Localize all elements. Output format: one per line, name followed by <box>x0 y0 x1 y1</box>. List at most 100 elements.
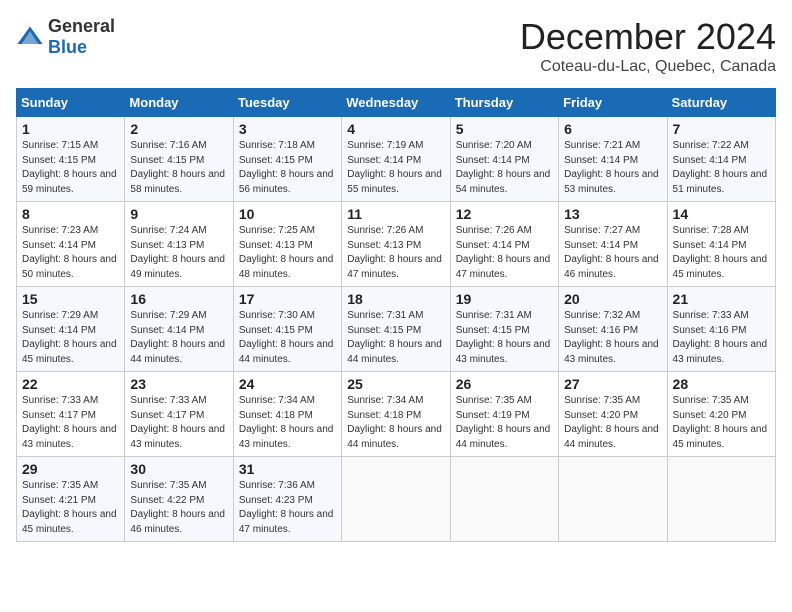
day-info: Sunrise: 7:20 AMSunset: 4:14 PMDaylight:… <box>456 139 553 197</box>
day-info: Sunrise: 7:22 AMSunset: 4:14 PMDaylight:… <box>673 139 770 197</box>
calendar-cell: 4Sunrise: 7:19 AMSunset: 4:14 PMDaylight… <box>342 117 450 202</box>
day-info: Sunrise: 7:24 AMSunset: 4:13 PMDaylight:… <box>130 224 227 282</box>
calendar-week-3: 15 Sunrise: 7:29 AMSunset: 4:14 PMDayligh… <box>17 287 776 372</box>
day-number: 1 <box>22 121 119 137</box>
day-number: 10 <box>239 206 336 222</box>
calendar-cell: 25 Sunrise: 7:34 AMSunset: 4:18 PMDayligh… <box>342 372 450 457</box>
day-info: Sunrise: 7:29 AMSunset: 4:14 PMDaylight:… <box>22 309 119 367</box>
day-number: 11 <box>347 206 444 222</box>
calendar-cell: 30 Sunrise: 7:35 AMSunset: 4:22 PMDayligh… <box>125 457 233 542</box>
day-info: Sunrise: 7:25 AMSunset: 4:13 PMDaylight:… <box>239 224 336 282</box>
calendar-cell: 17Sunrise: 7:30 AMSunset: 4:15 PMDayligh… <box>233 287 341 372</box>
calendar-table: SundayMondayTuesdayWednesdayThursdayFrid… <box>16 88 776 542</box>
calendar-header-monday: Monday <box>125 89 233 117</box>
location-title: Coteau-du-Lac, Quebec, Canada <box>520 58 776 76</box>
page-header: General Blue December 2024 Coteau-du-Lac… <box>16 16 776 76</box>
calendar-cell: 3Sunrise: 7:18 AMSunset: 4:15 PMDaylight… <box>233 117 341 202</box>
month-title: December 2024 <box>520 16 776 58</box>
day-number: 22 <box>22 376 119 392</box>
calendar-cell: 31 Sunrise: 7:36 AMSunset: 4:23 PMDayligh… <box>233 457 341 542</box>
day-number: 30 <box>130 461 227 477</box>
day-info: Sunrise: 7:32 AMSunset: 4:16 PMDaylight:… <box>564 309 661 367</box>
calendar-cell: 26 Sunrise: 7:35 AMSunset: 4:19 PMDayligh… <box>450 372 558 457</box>
day-info: Sunrise: 7:34 AMSunset: 4:18 PMDaylight:… <box>347 394 444 452</box>
day-info: Sunrise: 7:31 AMSunset: 4:15 PMDaylight:… <box>456 309 553 367</box>
day-number: 31 <box>239 461 336 477</box>
day-info: Sunrise: 7:16 AMSunset: 4:15 PMDaylight:… <box>130 139 227 197</box>
calendar-cell: 15 Sunrise: 7:29 AMSunset: 4:14 PMDayligh… <box>17 287 125 372</box>
day-info: Sunrise: 7:26 AMSunset: 4:14 PMDaylight:… <box>456 224 553 282</box>
day-number: 12 <box>456 206 553 222</box>
day-number: 26 <box>456 376 553 392</box>
calendar-header-tuesday: Tuesday <box>233 89 341 117</box>
calendar-week-4: 22 Sunrise: 7:33 AMSunset: 4:17 PMDayligh… <box>17 372 776 457</box>
calendar-cell: 24 Sunrise: 7:34 AMSunset: 4:18 PMDayligh… <box>233 372 341 457</box>
day-info: Sunrise: 7:31 AMSunset: 4:15 PMDaylight:… <box>347 309 444 367</box>
calendar-cell: 13Sunrise: 7:27 AMSunset: 4:14 PMDayligh… <box>559 202 667 287</box>
day-info: Sunrise: 7:35 AMSunset: 4:22 PMDaylight:… <box>130 479 227 537</box>
calendar-cell: 19Sunrise: 7:31 AMSunset: 4:15 PMDayligh… <box>450 287 558 372</box>
calendar-cell: 27 Sunrise: 7:35 AMSunset: 4:20 PMDayligh… <box>559 372 667 457</box>
calendar-week-5: 29Sunrise: 7:35 AMSunset: 4:21 PMDayligh… <box>17 457 776 542</box>
day-info: Sunrise: 7:36 AMSunset: 4:23 PMDaylight:… <box>239 479 336 537</box>
logo-text: General Blue <box>48 16 115 58</box>
day-info: Sunrise: 7:28 AMSunset: 4:14 PMDaylight:… <box>673 224 770 282</box>
logo-icon <box>16 23 44 51</box>
day-info: Sunrise: 7:34 AMSunset: 4:18 PMDaylight:… <box>239 394 336 452</box>
calendar-cell: 7Sunrise: 7:22 AMSunset: 4:14 PMDaylight… <box>667 117 775 202</box>
calendar-cell: 20 Sunrise: 7:32 AMSunset: 4:16 PMDayligh… <box>559 287 667 372</box>
calendar-week-2: 8Sunrise: 7:23 AMSunset: 4:14 PMDaylight… <box>17 202 776 287</box>
calendar-header-friday: Friday <box>559 89 667 117</box>
day-info: Sunrise: 7:35 AMSunset: 4:20 PMDaylight:… <box>564 394 661 452</box>
day-info: Sunrise: 7:35 AMSunset: 4:20 PMDaylight:… <box>673 394 770 452</box>
calendar-header-saturday: Saturday <box>667 89 775 117</box>
calendar-cell <box>450 457 558 542</box>
day-number: 18 <box>347 291 444 307</box>
day-number: 28 <box>673 376 770 392</box>
title-block: December 2024 Coteau-du-Lac, Quebec, Can… <box>520 16 776 76</box>
calendar-cell: 16 Sunrise: 7:29 AMSunset: 4:14 PMDayligh… <box>125 287 233 372</box>
calendar-cell: 2 Sunrise: 7:16 AMSunset: 4:15 PMDaylight… <box>125 117 233 202</box>
day-number: 8 <box>22 206 119 222</box>
day-number: 5 <box>456 121 553 137</box>
day-number: 3 <box>239 121 336 137</box>
day-number: 29 <box>22 461 119 477</box>
calendar-body: 1 Sunrise: 7:15 AMSunset: 4:15 PMDaylight… <box>17 117 776 542</box>
day-number: 21 <box>673 291 770 307</box>
day-info: Sunrise: 7:29 AMSunset: 4:14 PMDaylight:… <box>130 309 227 367</box>
day-number: 15 <box>22 291 119 307</box>
calendar-cell <box>559 457 667 542</box>
day-number: 27 <box>564 376 661 392</box>
day-number: 20 <box>564 291 661 307</box>
calendar-cell: 29Sunrise: 7:35 AMSunset: 4:21 PMDayligh… <box>17 457 125 542</box>
calendar-cell: 22 Sunrise: 7:33 AMSunset: 4:17 PMDayligh… <box>17 372 125 457</box>
day-info: Sunrise: 7:27 AMSunset: 4:14 PMDaylight:… <box>564 224 661 282</box>
calendar-header-sunday: Sunday <box>17 89 125 117</box>
logo-blue: Blue <box>48 37 87 57</box>
day-info: Sunrise: 7:33 AMSunset: 4:17 PMDaylight:… <box>22 394 119 452</box>
day-number: 23 <box>130 376 227 392</box>
day-info: Sunrise: 7:30 AMSunset: 4:15 PMDaylight:… <box>239 309 336 367</box>
day-number: 14 <box>673 206 770 222</box>
day-info: Sunrise: 7:26 AMSunset: 4:13 PMDaylight:… <box>347 224 444 282</box>
calendar-cell: 28 Sunrise: 7:35 AMSunset: 4:20 PMDayligh… <box>667 372 775 457</box>
day-number: 2 <box>130 121 227 137</box>
day-info: Sunrise: 7:35 AMSunset: 4:19 PMDaylight:… <box>456 394 553 452</box>
calendar-header-thursday: Thursday <box>450 89 558 117</box>
day-number: 25 <box>347 376 444 392</box>
calendar-cell: 8Sunrise: 7:23 AMSunset: 4:14 PMDaylight… <box>17 202 125 287</box>
day-info: Sunrise: 7:15 AMSunset: 4:15 PMDaylight:… <box>22 139 119 197</box>
calendar-cell: 9Sunrise: 7:24 AMSunset: 4:13 PMDaylight… <box>125 202 233 287</box>
calendar-cell: 21Sunrise: 7:33 AMSunset: 4:16 PMDayligh… <box>667 287 775 372</box>
logo-general: General <box>48 16 115 36</box>
calendar-cell: 5 Sunrise: 7:20 AMSunset: 4:14 PMDaylight… <box>450 117 558 202</box>
calendar-cell: 18 Sunrise: 7:31 AMSunset: 4:15 PMDayligh… <box>342 287 450 372</box>
calendar-cell: 14 Sunrise: 7:28 AMSunset: 4:14 PMDayligh… <box>667 202 775 287</box>
day-number: 4 <box>347 121 444 137</box>
day-info: Sunrise: 7:33 AMSunset: 4:17 PMDaylight:… <box>130 394 227 452</box>
logo: General Blue <box>16 16 115 58</box>
calendar-cell: 1 Sunrise: 7:15 AMSunset: 4:15 PMDaylight… <box>17 117 125 202</box>
day-number: 16 <box>130 291 227 307</box>
day-number: 24 <box>239 376 336 392</box>
calendar-cell: 10 Sunrise: 7:25 AMSunset: 4:13 PMDayligh… <box>233 202 341 287</box>
